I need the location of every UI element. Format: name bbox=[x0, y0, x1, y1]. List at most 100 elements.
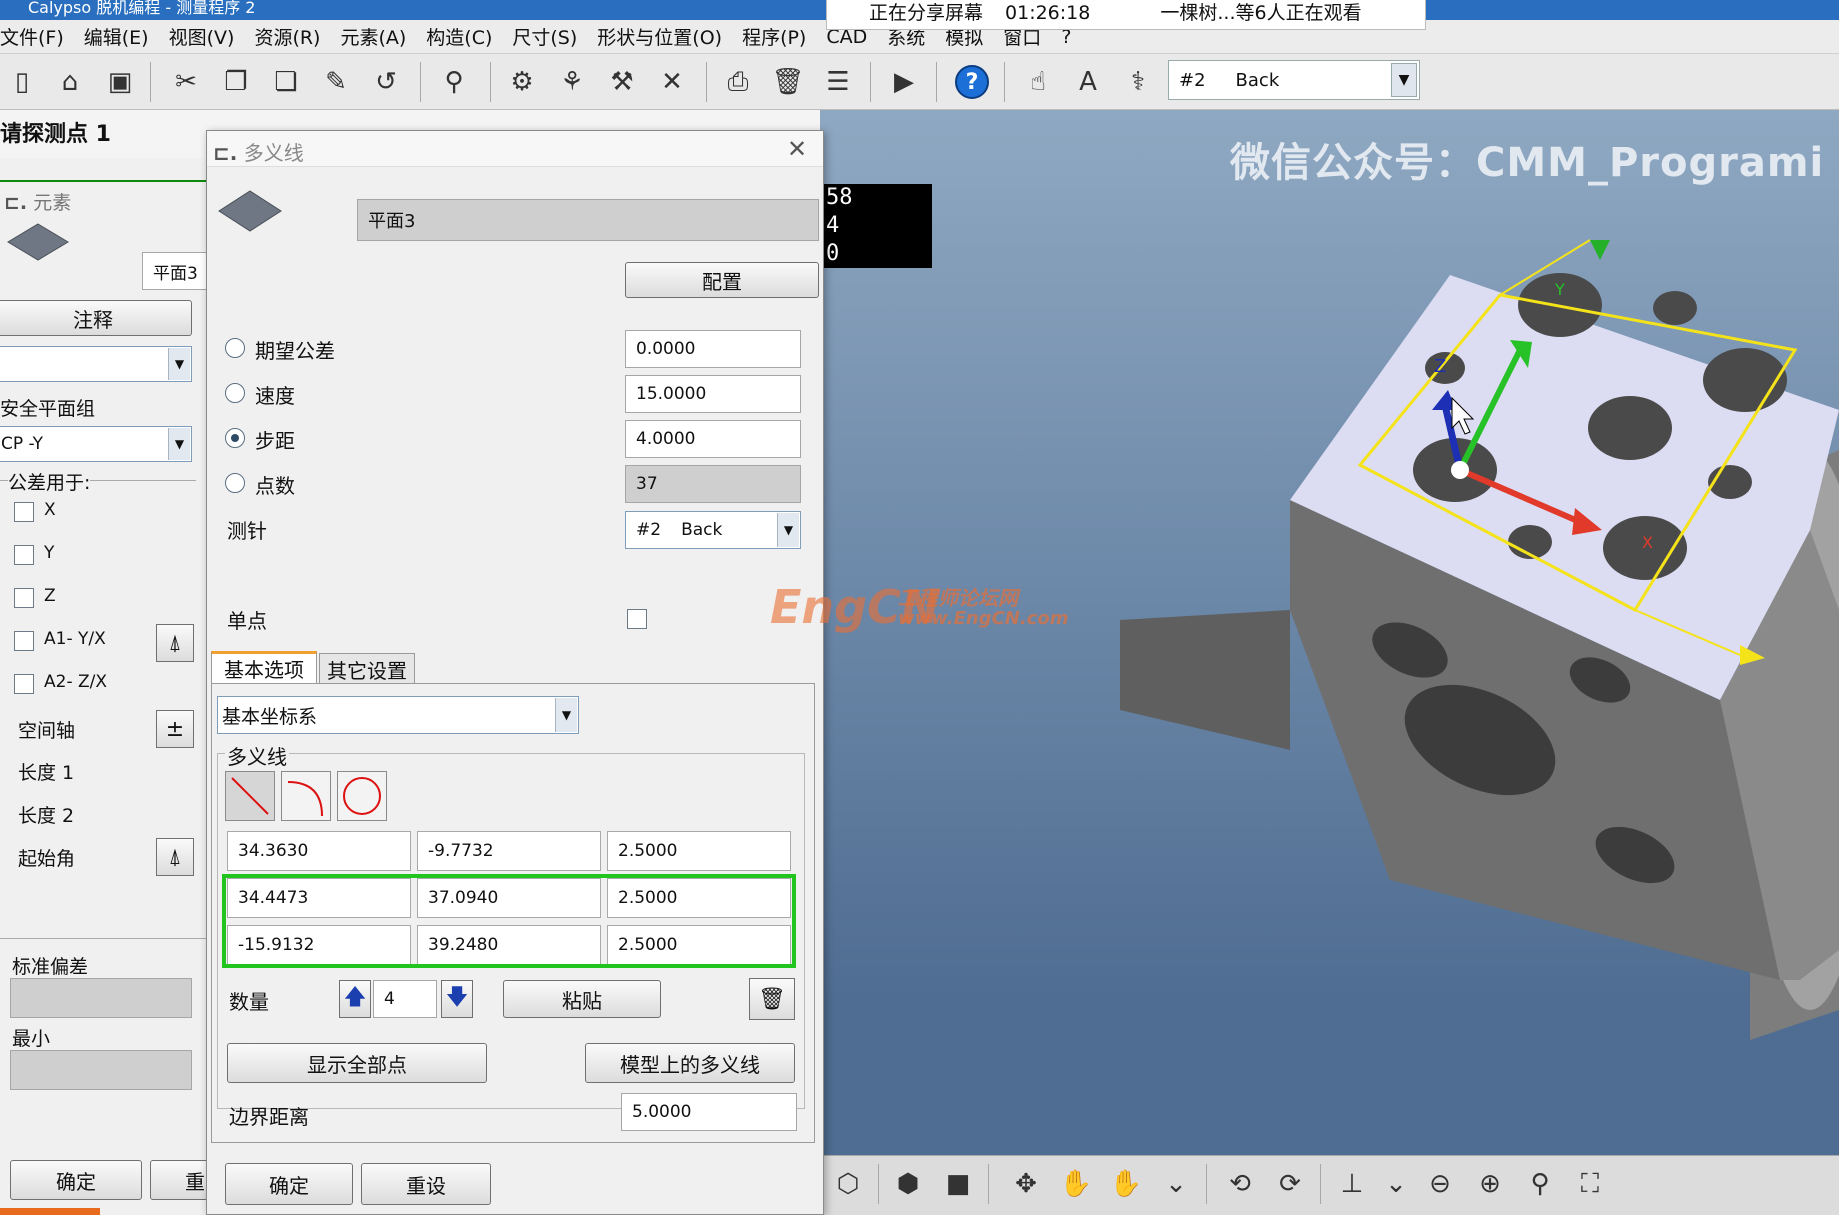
axis-view-icon[interactable]: ⊥ bbox=[1332, 1164, 1372, 1204]
menu-edit[interactable]: 编辑(E) bbox=[74, 23, 159, 50]
cut-icon[interactable]: ✂ bbox=[166, 62, 206, 102]
view-box-icon[interactable]: ⬡ bbox=[828, 1164, 868, 1204]
tab-other-settings[interactable]: 其它设置 bbox=[319, 653, 415, 685]
arrow-down-icon[interactable]: 🡇 bbox=[441, 980, 473, 1018]
chevron-down-icon[interactable]: ▼ bbox=[168, 348, 190, 380]
binoculars-icon[interactable]: ⚲ bbox=[434, 62, 474, 102]
coord-system-select[interactable]: 基本坐标系 ▼ bbox=[217, 696, 579, 734]
rotate-right-icon[interactable]: ⟳ bbox=[1270, 1164, 1310, 1204]
trash-icon[interactable]: 🗑 bbox=[749, 978, 795, 1020]
zoom-out-icon[interactable]: ⊖ bbox=[1420, 1164, 1460, 1204]
dialog-ok-button[interactable]: 确定 bbox=[225, 1163, 353, 1205]
undo-icon[interactable]: ↺ bbox=[366, 62, 406, 102]
probe-hand-icon[interactable]: ☝ bbox=[1018, 62, 1058, 102]
chevron-down-icon[interactable]: ▼ bbox=[168, 428, 190, 460]
tol-a2-checkbox[interactable] bbox=[14, 674, 34, 694]
probe-stylus-icon[interactable]: ⚕ bbox=[1118, 62, 1158, 102]
element-name-field[interactable]: 平面3 bbox=[142, 252, 212, 290]
zoom-in-icon[interactable]: ⊕ bbox=[1470, 1164, 1510, 1204]
chevron-down-icon[interactable]: ⌄ bbox=[1156, 1164, 1196, 1204]
plus-minus-button[interactable]: ± bbox=[156, 710, 194, 748]
delete-icon[interactable]: 🗑 bbox=[768, 62, 808, 102]
quantity-field[interactable]: 4 bbox=[373, 980, 437, 1018]
tab-basic-options[interactable]: 基本选项 bbox=[211, 651, 317, 683]
wireframe-icon[interactable]: ⬢ bbox=[888, 1164, 928, 1204]
tol-y-checkbox[interactable] bbox=[14, 545, 34, 565]
hand-icon[interactable]: ✋ bbox=[1056, 1164, 1096, 1204]
new-file-icon[interactable]: ▯ bbox=[2, 62, 42, 102]
probe-rotate-icon[interactable]: ⚘ bbox=[552, 62, 592, 102]
panel-ok-button[interactable]: 确定 bbox=[10, 1160, 142, 1200]
menu-resources[interactable]: 资源(R) bbox=[244, 23, 330, 50]
probe-a-icon[interactable]: A bbox=[1068, 62, 1108, 102]
chevron-down-icon[interactable]: ▼ bbox=[777, 513, 799, 547]
speed-radio[interactable] bbox=[225, 383, 245, 403]
menu-view[interactable]: 视图(V) bbox=[159, 23, 245, 50]
print-icon[interactable]: ⎙ bbox=[718, 62, 758, 102]
rotate-left-icon[interactable]: ⟲ bbox=[1220, 1164, 1260, 1204]
panel-header: ⊏. 元素 bbox=[4, 188, 71, 215]
start-angle-button[interactable]: ⍋ bbox=[156, 838, 194, 876]
points-radio[interactable] bbox=[225, 473, 245, 493]
safety-group-select[interactable]: CP -Y ▼ bbox=[0, 426, 192, 462]
tol-z-checkbox[interactable] bbox=[14, 588, 34, 608]
open-folder-icon[interactable]: ⌂ bbox=[50, 62, 90, 102]
toolbar-probe-select[interactable]: #2 Back ▼ bbox=[1168, 60, 1420, 100]
help-icon[interactable]: ? bbox=[952, 62, 992, 102]
save-icon[interactable]: ▣ bbox=[100, 62, 140, 102]
arrow-up-icon[interactable]: 🡅 bbox=[339, 980, 371, 1018]
hand-xyz-icon[interactable]: ✋ bbox=[1106, 1164, 1146, 1204]
point1-y[interactable]: -9.7732 bbox=[417, 831, 601, 871]
green-arrow-icon bbox=[1590, 240, 1610, 260]
step-field[interactable]: 4.0000 bbox=[625, 420, 801, 458]
view-toolbar: ⬡ ⬢ ■ ✥ ✋ ✋ ⌄ ⟲ ⟳ ⊥ ⌄ ⊖ ⊕ ⚲ ⛶ bbox=[820, 1155, 1839, 1215]
panel-second-button[interactable]: 重 bbox=[150, 1160, 210, 1200]
probe-tools-icon[interactable]: ⚒ bbox=[602, 62, 642, 102]
zoom-icon[interactable]: ⚲ bbox=[1520, 1164, 1560, 1204]
y-axis-label: Y bbox=[1554, 280, 1565, 299]
step-radio[interactable] bbox=[225, 428, 245, 448]
single-point-checkbox[interactable] bbox=[627, 609, 647, 629]
menu-form-position[interactable]: 形状与位置(O) bbox=[587, 23, 732, 50]
circle-tool-button[interactable] bbox=[337, 771, 387, 821]
paste-button[interactable]: 粘贴 bbox=[503, 980, 661, 1018]
border-distance-field[interactable]: 5.0000 bbox=[621, 1093, 797, 1131]
tolerance-field[interactable]: 0.0000 bbox=[625, 330, 801, 368]
comment-button[interactable]: 注释 bbox=[0, 300, 192, 336]
point1-x[interactable]: 34.3630 bbox=[227, 831, 411, 871]
fit-view-icon[interactable]: ⛶ bbox=[1570, 1164, 1610, 1204]
menu-file[interactable]: 文件(F) bbox=[0, 23, 74, 50]
copy-icon[interactable]: ❐ bbox=[216, 62, 256, 102]
model-polyline-button[interactable]: 模型上的多义线 bbox=[585, 1043, 795, 1083]
paste-icon[interactable]: ❏ bbox=[266, 62, 306, 102]
tolerance-radio[interactable] bbox=[225, 338, 245, 358]
comment-select[interactable]: ▼ bbox=[0, 346, 192, 382]
menu-elements[interactable]: 元素(A) bbox=[330, 23, 416, 50]
dialog-reset-button[interactable]: 重设 bbox=[361, 1163, 491, 1205]
config-button[interactable]: 配置 bbox=[625, 262, 819, 298]
solid-view-icon[interactable]: ■ bbox=[938, 1164, 978, 1204]
cad-viewport[interactable]: Z Y X bbox=[820, 110, 1839, 1155]
chevron-down-icon[interactable]: ▼ bbox=[1391, 63, 1417, 97]
pan-icon[interactable]: ✥ bbox=[1006, 1164, 1046, 1204]
close-icon[interactable]: ✕ bbox=[787, 135, 807, 163]
chevron-down-icon[interactable]: ▼ bbox=[555, 698, 577, 732]
arc-tool-button[interactable] bbox=[281, 771, 331, 821]
a1-angle-button[interactable]: ⍋ bbox=[156, 624, 194, 662]
line-tool-button[interactable] bbox=[225, 771, 275, 821]
wrench-icon[interactable]: ✕ bbox=[652, 62, 692, 102]
tol-a1-checkbox[interactable] bbox=[14, 631, 34, 651]
tol-x-checkbox[interactable] bbox=[14, 502, 34, 522]
menu-size[interactable]: 尺寸(S) bbox=[502, 23, 587, 50]
show-all-points-button[interactable]: 显示全部点 bbox=[227, 1043, 487, 1083]
brush-icon[interactable]: ✎ bbox=[316, 62, 356, 102]
list-icon[interactable]: ☰ bbox=[818, 62, 858, 102]
probe-config-icon[interactable]: ⚙ bbox=[502, 62, 542, 102]
point1-z[interactable]: 2.5000 bbox=[607, 831, 791, 871]
probe-select[interactable]: #2 Back ▼ bbox=[625, 511, 801, 549]
menu-program[interactable]: 程序(P) bbox=[732, 23, 816, 50]
menu-construct[interactable]: 构造(C) bbox=[416, 23, 502, 50]
speed-field[interactable]: 15.0000 bbox=[625, 375, 801, 413]
chevron-down-icon[interactable]: ⌄ bbox=[1376, 1164, 1416, 1204]
run-program-icon[interactable]: ▶ bbox=[884, 62, 924, 102]
